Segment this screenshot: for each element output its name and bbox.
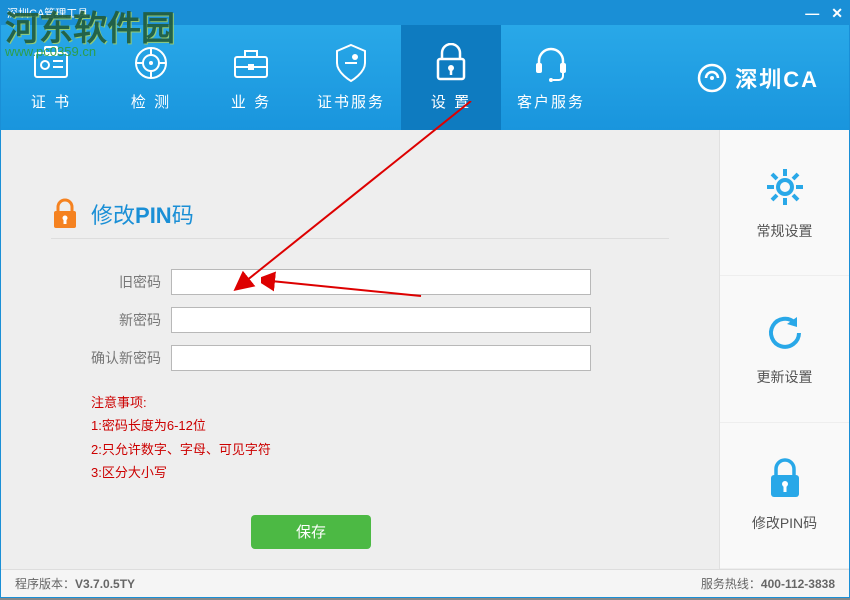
nav-label: 证 书 [31,91,71,112]
notice-line: 1:密码长度为6-12位 [91,414,669,437]
new-password-label: 新密码 [51,310,171,330]
nav-business[interactable]: 业 务 [201,25,301,130]
confirm-password-label: 确认新密码 [51,348,171,368]
minimize-button[interactable]: ― [805,5,819,22]
nav-label: 检 测 [131,91,171,112]
old-password-label: 旧密码 [51,272,171,292]
nav-label: 证书服务 [317,91,385,112]
nav-detect[interactable]: 检 测 [101,25,201,130]
sidebar-item-general[interactable]: 常规设置 [720,130,849,276]
main-panel: 修改PIN码 旧密码 新密码 确认新密码 注意事项: 1:密码长度为6-12位 … [1,130,719,569]
version-label: 程序版本：V3.7.0.5TY [15,575,135,592]
sidebar-item-label: 修改PIN码 [752,513,817,533]
notice-block: 注意事项: 1:密码长度为6-12位 2:只允许数字、字母、可见字符 3:区分大… [91,391,669,485]
nav-label: 业 务 [231,91,271,112]
sidebar-item-update[interactable]: 更新设置 [720,276,849,422]
headset-icon [531,43,571,83]
panel-title: 修改PIN码 [91,198,194,230]
save-button[interactable]: 保存 [251,515,371,549]
cert-service-icon [331,43,371,83]
statusbar: 程序版本：V3.7.0.5TY 服务热线：400-112-3838 [1,569,849,597]
sidebar-item-label: 更新设置 [757,367,813,387]
certificate-icon [31,43,71,83]
old-password-input[interactable] [171,269,591,295]
notice-line: 2:只允许数字、字母、可见字符 [91,438,669,461]
nav-label: 设 置 [431,91,471,112]
gear-icon [763,165,807,209]
lock-icon [766,457,804,501]
close-button[interactable]: ✕ [831,5,843,22]
settings-lock-icon [431,43,471,83]
sidebar-item-changepin[interactable]: 修改PIN码 [720,423,849,569]
titlebar: 深圳CA管理工具 ― ✕ [1,1,849,25]
sidebar-item-label: 常规设置 [757,221,813,241]
brand-text: 深圳CA [735,62,819,94]
nav-certificate[interactable]: 证 书 [1,25,101,130]
refresh-icon [763,311,807,355]
settings-sidebar: 常规设置 更新设置 修改PIN码 [719,130,849,569]
nav-customer-service[interactable]: 客户服务 [501,25,601,130]
nav-cert-service[interactable]: 证书服务 [301,25,401,130]
notice-line: 3:区分大小写 [91,461,669,484]
brand-logo: 深圳CA [697,62,819,94]
lock-icon [51,198,79,230]
notice-heading: 注意事项: [91,391,669,414]
confirm-password-input[interactable] [171,345,591,371]
window-title: 深圳CA管理工具 [7,5,88,21]
business-icon [231,43,271,83]
detect-icon [131,43,171,83]
header-nav: 证 书 检 测 业 务 证书服务 [1,25,849,130]
new-password-input[interactable] [171,307,591,333]
nav-label: 客户服务 [517,91,585,112]
nav-settings[interactable]: 设 置 [401,25,501,130]
hotline-label: 服务热线：400-112-3838 [701,575,835,592]
